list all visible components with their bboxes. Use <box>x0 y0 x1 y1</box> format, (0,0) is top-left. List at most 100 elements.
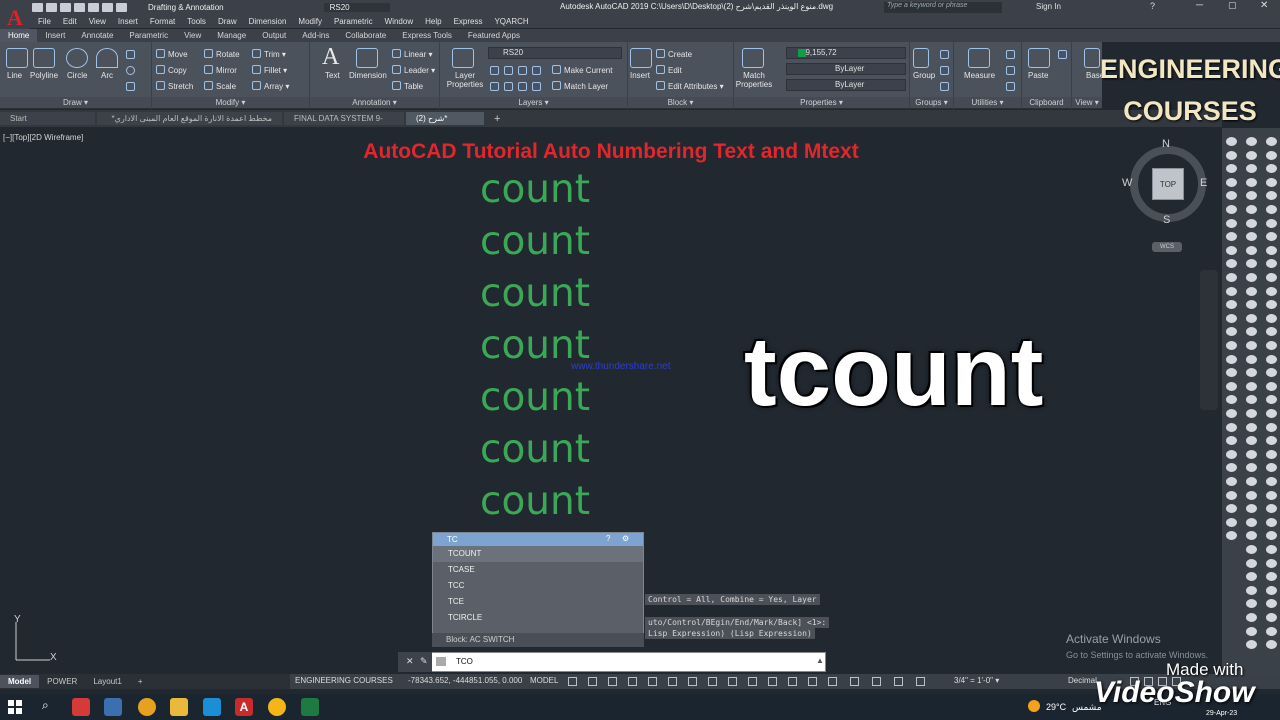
palette-tool-icon[interactable] <box>1246 368 1257 378</box>
palette-tool-icon[interactable] <box>1266 545 1277 554</box>
palette-tool-icon[interactable] <box>1246 626 1257 636</box>
ribbon-tab-insert[interactable]: Insert <box>37 29 73 42</box>
palette-tool-icon[interactable] <box>1266 436 1277 446</box>
palette-tool-icon[interactable] <box>1246 490 1257 500</box>
layer-off-icon[interactable] <box>490 66 499 75</box>
menu-modify[interactable]: Modify <box>298 17 322 26</box>
menu-tools[interactable]: Tools <box>187 17 206 26</box>
help-icon[interactable]: ? <box>1150 1 1155 11</box>
redo-icon[interactable] <box>116 3 127 12</box>
menu-view[interactable]: View <box>89 17 106 26</box>
palette-tool-icon[interactable] <box>1246 381 1257 391</box>
polyline-icon[interactable] <box>33 48 55 68</box>
menu-format[interactable]: Format <box>150 17 175 26</box>
palette-tool-icon[interactable] <box>1246 137 1257 146</box>
palette-tool-icon[interactable] <box>1246 164 1257 174</box>
doc-tab-current[interactable]: شرح (2)* <box>406 112 484 125</box>
dimension-icon[interactable] <box>356 48 378 68</box>
count-text-2[interactable]: count <box>480 220 620 264</box>
palette-tool-icon[interactable] <box>1266 327 1277 337</box>
palette-tool-icon[interactable] <box>1246 558 1257 568</box>
layer-on-icon[interactable] <box>490 82 499 91</box>
copy-clip-icon[interactable] <box>1058 50 1067 59</box>
annotation-scale[interactable]: 3/4" = 1'-0" ▾ <box>954 676 999 685</box>
palette-tool-icon[interactable] <box>1226 381 1237 391</box>
palette-tool-icon[interactable] <box>1226 286 1237 296</box>
arc-icon[interactable] <box>96 48 118 68</box>
compass-n[interactable]: N <box>1162 138 1170 150</box>
ribbon-tab-collaborate[interactable]: Collaborate <box>337 29 394 42</box>
palette-tool-icon[interactable] <box>1266 177 1277 187</box>
palette-tool-icon[interactable] <box>1246 218 1257 228</box>
lineweight-icon[interactable] <box>708 677 717 686</box>
new-tab-icon[interactable]: + <box>494 113 500 125</box>
measure-icon[interactable] <box>968 48 990 68</box>
palette-tool-icon[interactable] <box>1266 218 1277 228</box>
ellipse-icon[interactable] <box>126 66 135 75</box>
palette-tool-icon[interactable] <box>1246 273 1257 282</box>
palette-tool-icon[interactable] <box>1226 259 1237 269</box>
signin-button[interactable]: Sign In <box>1036 2 1061 11</box>
palette-tool-icon[interactable] <box>1226 150 1237 160</box>
palette-tool-icon[interactable] <box>1246 354 1257 364</box>
doc-tab-lighting[interactable]: مخطط اعمدة الانارة الموقع العام المبنى ا… <box>97 112 282 125</box>
stretch-button[interactable]: Stretch <box>156 81 193 91</box>
properties-panel-title[interactable]: Properties ▾ <box>734 97 909 108</box>
palette-tool-icon[interactable] <box>1246 300 1257 310</box>
layers-panel-title[interactable]: Layers ▾ <box>440 97 627 108</box>
base-icon[interactable] <box>1084 48 1100 68</box>
palette-tool-icon[interactable] <box>1266 640 1277 650</box>
move-button[interactable]: Move <box>156 49 188 59</box>
palette-tool-icon[interactable] <box>1266 517 1277 527</box>
navigation-bar[interactable] <box>1200 270 1218 410</box>
palette-tool-icon[interactable] <box>1226 436 1237 446</box>
palette-tool-icon[interactable] <box>1226 137 1237 146</box>
palette-tool-icon[interactable] <box>1226 232 1237 242</box>
palette-tool-icon[interactable] <box>1266 150 1277 160</box>
layer-thaw-icon[interactable] <box>518 82 527 91</box>
hatch-icon[interactable] <box>126 82 135 91</box>
palette-tool-icon[interactable] <box>1246 205 1257 214</box>
menu-edit[interactable]: Edit <box>63 17 77 26</box>
palette-tool-icon[interactable] <box>1226 517 1237 527</box>
chrome-icon[interactable] <box>138 698 156 716</box>
palette-tool-icon[interactable] <box>1246 599 1257 609</box>
menu-file[interactable]: File <box>38 17 51 26</box>
palette-tool-icon[interactable] <box>1246 150 1257 160</box>
palette-tool-icon[interactable] <box>1246 436 1257 446</box>
palette-tool-icon[interactable] <box>1226 245 1237 255</box>
palette-tool-icon[interactable] <box>1226 327 1237 337</box>
ac-item-tcase[interactable]: TCASE <box>433 562 643 578</box>
palette-tool-icon[interactable] <box>1246 531 1257 541</box>
quick-select-icon[interactable] <box>1006 66 1015 75</box>
layer-unlock-icon[interactable] <box>532 82 541 91</box>
ribbon-tab-view[interactable]: View <box>176 29 209 42</box>
minimize-icon[interactable]: ─ <box>1196 0 1203 11</box>
palette-tool-icon[interactable] <box>1266 381 1277 391</box>
palette-tool-icon[interactable] <box>1266 504 1277 514</box>
palette-tool-icon[interactable] <box>1246 640 1257 650</box>
viewcube-face-top[interactable]: TOP <box>1152 168 1184 200</box>
palette-tool-icon[interactable] <box>1266 558 1277 568</box>
menu-insert[interactable]: Insert <box>118 17 138 26</box>
array-button[interactable]: Array ▾ <box>252 81 289 91</box>
tool-palette[interactable] <box>1222 128 1280 674</box>
count-text-3[interactable]: count <box>480 272 620 316</box>
ac-item-tce[interactable]: TCE <box>433 594 643 610</box>
doc-tab-final-data[interactable]: FINAL DATA SYSTEM 9-2022* <box>284 112 404 136</box>
menu-parametric[interactable]: Parametric <box>334 17 373 26</box>
view-panel-title[interactable]: View ▾ <box>1072 97 1102 108</box>
group-icon[interactable] <box>913 48 929 68</box>
selection-filter-icon[interactable] <box>808 677 817 686</box>
palette-tool-icon[interactable] <box>1226 191 1237 201</box>
palette-tool-icon[interactable] <box>1266 477 1277 486</box>
units-dropdown[interactable]: Decimal <box>1068 676 1097 685</box>
wcs-menu[interactable]: WCS <box>1152 242 1182 252</box>
autocomplete-list[interactable]: TC TCOUNT TCASE TCC TCE TCIRCLE <box>432 532 644 647</box>
palette-tool-icon[interactable] <box>1266 449 1277 459</box>
palette-tool-icon[interactable] <box>1266 273 1277 282</box>
close-icon[interactable]: ✕ <box>1260 0 1268 11</box>
menu-draw[interactable]: Draw <box>218 17 237 26</box>
layer-combo[interactable]: RS20 <box>488 47 622 59</box>
menu-express[interactable]: Express <box>454 17 483 26</box>
